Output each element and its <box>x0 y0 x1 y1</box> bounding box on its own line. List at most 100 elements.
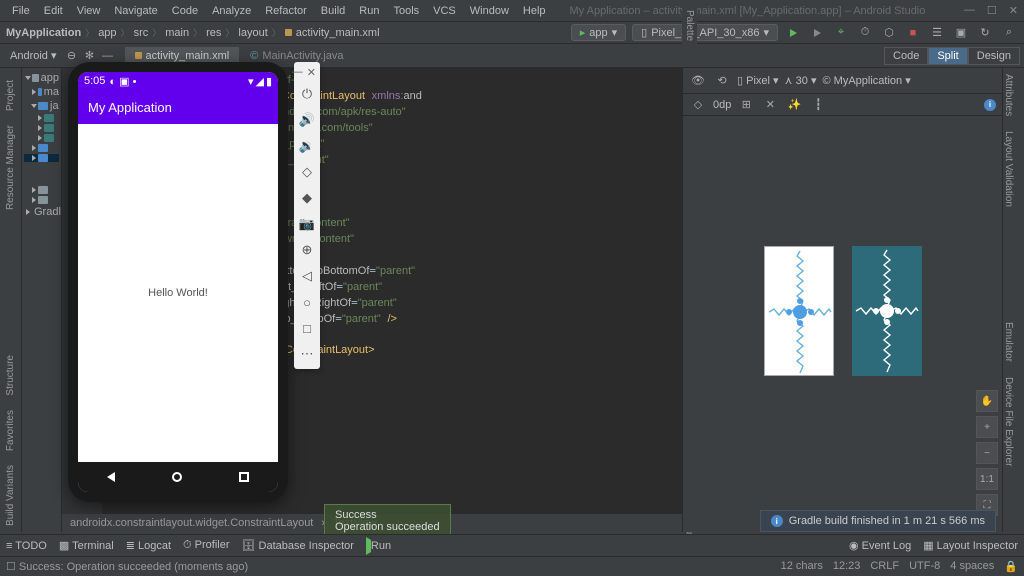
attach-debugger-button[interactable]: ⬡ <box>880 24 898 42</box>
project-tree[interactable]: app ma ja Gradl <box>22 68 62 532</box>
theme-dropdown[interactable]: © MyApplication ▾ <box>822 74 910 87</box>
design-surface[interactable] <box>764 246 834 376</box>
menu-edit[interactable]: Edit <box>38 3 69 19</box>
orientation-icon[interactable]: ⟲ <box>713 72 731 90</box>
autoconnect-icon[interactable]: ⊞ <box>737 96 755 114</box>
pan-button[interactable]: ✋ <box>976 390 998 412</box>
debug-button[interactable]: ⌖ <box>832 24 850 42</box>
infer-constraints-icon[interactable]: ✨ <box>785 96 803 114</box>
run-config-selector[interactable]: ▸app▾ <box>571 24 626 41</box>
build-variants-tool-tab[interactable]: Build Variants <box>5 459 16 532</box>
minimize-icon[interactable]: — <box>964 4 975 17</box>
api-dropdown[interactable]: ⋏ 30 ▾ <box>785 74 817 87</box>
close-icon[interactable]: ✕ <box>1009 4 1018 17</box>
zoom-out-button[interactable]: − <box>976 442 998 464</box>
sync-gradle-button[interactable]: ↻ <box>976 24 994 42</box>
sdk-manager-button[interactable]: ▣ <box>952 24 970 42</box>
menu-code[interactable]: Code <box>166 3 204 19</box>
crumb[interactable]: src <box>134 27 149 39</box>
home-icon[interactable] <box>172 472 182 482</box>
todo-tab[interactable]: ≡ TODO <box>6 540 47 552</box>
status-eol[interactable]: CRLF <box>870 560 899 573</box>
attributes-tool-tab[interactable]: Attributes <box>1003 68 1014 122</box>
structure-tool-tab[interactable]: Structure <box>5 349 16 402</box>
logcat-tab[interactable]: ≣ Logcat <box>126 539 171 552</box>
resource-manager-tool-tab[interactable]: Resource Manager <box>5 119 16 216</box>
menu-analyze[interactable]: Analyze <box>206 3 257 19</box>
status-lock-icon[interactable]: 🔒 <box>1004 560 1018 573</box>
crumb[interactable]: MyApplication <box>6 27 81 39</box>
rotate-right-button[interactable]: ◆ <box>296 185 318 211</box>
run-tests-button[interactable] <box>808 24 826 42</box>
back-icon[interactable] <box>107 472 115 482</box>
zoom-fit-button[interactable]: 1:1 <box>976 468 998 490</box>
crumb[interactable]: layout <box>238 27 267 39</box>
home-button[interactable]: ○ <box>296 289 318 315</box>
gradle-notification[interactable]: i Gradle build finished in 1 m 21 s 566 … <box>760 510 996 532</box>
menu-file[interactable]: File <box>6 3 36 19</box>
more-button[interactable]: ⋯ <box>296 341 318 367</box>
margin-value[interactable]: 0dp <box>713 99 731 111</box>
run-tab[interactable]: Run <box>366 540 391 552</box>
emulator-window[interactable]: 5:05◐ ▣ • ▾◢▮ My Application Hello World… <box>68 62 288 502</box>
project-tool-tab[interactable]: Project <box>5 74 16 117</box>
menu-navigate[interactable]: Navigate <box>108 3 163 19</box>
search-button[interactable]: ⌕ <box>1000 24 1018 42</box>
volume-down-button[interactable]: 🔉 <box>296 133 318 159</box>
menu-refactor[interactable]: Refactor <box>259 3 313 19</box>
emulator-tool-tab[interactable]: Emulator <box>1003 316 1014 368</box>
status-encoding[interactable]: UTF-8 <box>909 560 940 573</box>
terminal-tab[interactable]: ▩ Terminal <box>59 539 114 552</box>
crumb-file[interactable]: activity_main.xml <box>296 27 380 39</box>
guidelines-icon[interactable]: ┇ <box>809 96 827 114</box>
database-tab[interactable]: 🗄 Database Inspector <box>242 539 354 552</box>
device-explorer-tool-tab[interactable]: Device File Explorer <box>1003 371 1014 472</box>
volume-up-button[interactable]: 🔊 <box>296 107 318 133</box>
stop-button[interactable]: ■ <box>904 24 922 42</box>
project-view-selector[interactable]: Android ▾ <box>4 47 63 64</box>
mode-code[interactable]: Code <box>884 47 928 65</box>
screenshot-button[interactable]: 📷 <box>296 211 318 237</box>
menu-run[interactable]: Run <box>353 3 385 19</box>
recents-icon[interactable] <box>239 472 249 482</box>
power-button[interactable]: ⏻ <box>296 81 318 107</box>
minimize-emulator-icon[interactable]: — <box>292 66 303 79</box>
event-log-tab[interactable]: ◉ Event Log <box>849 539 911 552</box>
palette-tab[interactable]: Palette <box>682 4 697 47</box>
menu-build[interactable]: Build <box>315 3 351 19</box>
profiler-tab[interactable]: ⏱ Profiler <box>183 539 229 552</box>
back-button[interactable]: ◁ <box>296 263 318 289</box>
success-toast: Success Operation succeeded <box>324 504 451 538</box>
zoom-button[interactable]: ⊕ <box>296 237 318 263</box>
layout-inspector-tab[interactable]: ▦ Layout Inspector <box>923 539 1018 552</box>
run-button[interactable] <box>784 24 802 42</box>
menu-vcs[interactable]: VCS <box>427 3 462 19</box>
avd-manager-button[interactable]: ☰ <box>928 24 946 42</box>
default-margin-icon[interactable]: ◇ <box>689 96 707 114</box>
close-emulator-icon[interactable]: ✕ <box>307 66 316 79</box>
menu-window[interactable]: Window <box>464 3 515 19</box>
mode-design[interactable]: Design <box>968 47 1020 65</box>
menu-tools[interactable]: Tools <box>387 3 425 19</box>
menu-help[interactable]: Help <box>517 3 552 19</box>
info-icon[interactable]: i <box>984 99 996 111</box>
crumb[interactable]: app <box>98 27 116 39</box>
clear-constraints-icon[interactable]: ✕ <box>761 96 779 114</box>
device-dropdown[interactable]: ▯ Pixel ▾ <box>737 74 779 87</box>
blueprint-surface[interactable] <box>852 246 922 376</box>
eye-icon[interactable]: 👁 <box>689 72 707 90</box>
rotate-left-button[interactable]: ◇ <box>296 159 318 185</box>
crumb[interactable]: main <box>165 27 189 39</box>
status-indent[interactable]: 4 spaces <box>950 560 994 573</box>
favorites-tool-tab[interactable]: Favorites <box>5 404 16 457</box>
menu-view[interactable]: View <box>71 3 107 19</box>
mode-split[interactable]: Split <box>928 47 967 65</box>
device-selector[interactable]: ▯Pixel_3a_API_30_x86▾ <box>632 24 778 41</box>
layout-validation-tool-tab[interactable]: Layout Validation <box>1003 125 1014 213</box>
maximize-icon[interactable]: ☐ <box>987 4 997 17</box>
zoom-in-button[interactable]: + <box>976 416 998 438</box>
crumb[interactable]: res <box>206 27 221 39</box>
status-caret[interactable]: 12:23 <box>833 560 861 573</box>
profile-button[interactable]: ⏱ <box>856 24 874 42</box>
overview-button[interactable]: □ <box>296 315 318 341</box>
